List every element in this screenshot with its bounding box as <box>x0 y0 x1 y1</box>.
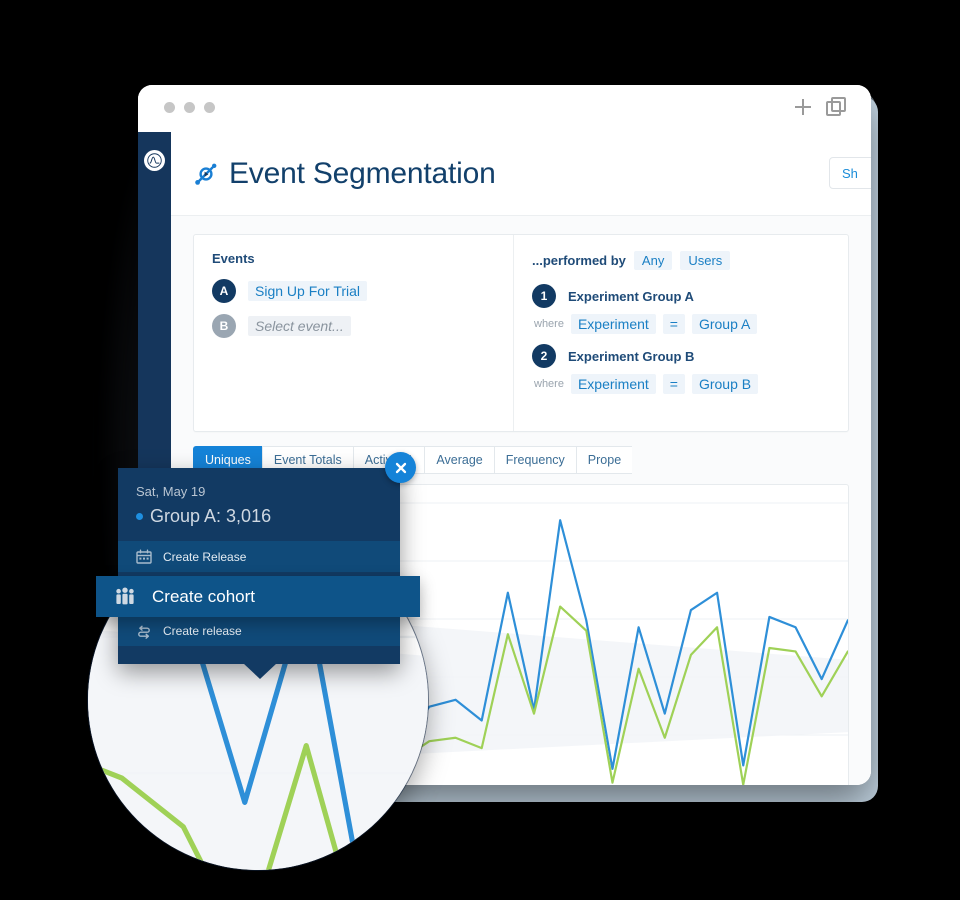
menu-item-create-release-lower[interactable]: Create release <box>118 615 400 646</box>
segment-badge: 2 <box>532 344 556 368</box>
screenshot-stage: Event Segmentation Sh Events A Sign Up F… <box>0 0 960 900</box>
query-builder-card: Events A Sign Up For Trial B Select even… <box>193 234 849 432</box>
segment-name: Experiment Group B <box>568 348 695 364</box>
performed-by-header: ...performed by Any Users <box>532 251 830 270</box>
tab-average[interactable]: Average <box>424 446 494 474</box>
tooltip-header: Sat, May 19 Group A: 3,016 <box>118 468 400 541</box>
event-badge: A <box>212 279 236 303</box>
performed-by-panel: ...performed by Any Users 1 Experiment G… <box>514 235 848 431</box>
minimize-dot[interactable] <box>184 102 195 113</box>
tooltip-series-value: Group A: 3,016 <box>150 506 272 526</box>
filter-operator[interactable]: = <box>662 314 685 334</box>
menu-item-create-release-upper[interactable]: Create Release <box>118 541 400 572</box>
share-button[interactable]: Sh <box>829 157 871 189</box>
menu-item-label: Create release <box>163 623 242 638</box>
segment-row[interactable]: 2 Experiment Group B <box>532 344 830 368</box>
swap-arrows-icon <box>136 623 152 639</box>
page-title: Event Segmentation <box>229 156 496 190</box>
tooltip-footer <box>118 646 400 664</box>
where-label: where <box>534 378 564 390</box>
segment-filter: where Experiment = Group B <box>534 374 830 394</box>
people-icon <box>114 586 136 608</box>
tooltip-pointer <box>243 663 277 679</box>
performed-by-any[interactable]: Any <box>633 251 673 270</box>
copy-icon[interactable] <box>826 97 846 116</box>
performed-by-users[interactable]: Users <box>680 251 731 270</box>
close-dot[interactable] <box>164 102 175 113</box>
close-icon[interactable] <box>385 452 416 483</box>
filter-operator[interactable]: = <box>662 374 685 394</box>
menu-item-create-cohort-highlighted[interactable]: Create cohort <box>96 576 420 617</box>
event-value[interactable]: Sign Up For Trial <box>248 281 368 301</box>
segment-badge: 1 <box>532 284 556 308</box>
segment-filter: where Experiment = Group A <box>534 314 830 334</box>
page-header: Event Segmentation Sh <box>171 132 871 215</box>
filter-property[interactable]: Experiment <box>570 314 656 334</box>
filter-value[interactable]: Group B <box>691 374 759 394</box>
segment-row[interactable]: 1 Experiment Group A <box>532 284 830 308</box>
tab-frequency[interactable]: Frequency <box>493 446 576 474</box>
event-badge: B <box>212 314 236 338</box>
menu-item-label: Create cohort <box>152 586 255 606</box>
titlebar-actions <box>794 97 846 116</box>
events-panel: Events A Sign Up For Trial B Select even… <box>194 235 514 431</box>
filter-value[interactable]: Group A <box>691 314 758 334</box>
tooltip-date: Sat, May 19 <box>136 484 206 499</box>
event-row[interactable]: A Sign Up For Trial <box>212 279 495 303</box>
performed-by-label: ...performed by <box>532 253 626 268</box>
series-color-dot <box>136 513 143 520</box>
filter-property[interactable]: Experiment <box>570 374 656 394</box>
menu-item-label: Create Release <box>163 549 247 564</box>
traffic-lights <box>164 102 215 113</box>
plus-icon[interactable] <box>794 98 812 116</box>
browser-titlebar <box>138 85 871 133</box>
tab-properties[interactable]: Prope <box>575 446 633 474</box>
chart-tooltip: Sat, May 19 Group A: 3,016 Create Releas… <box>118 468 400 679</box>
amplitude-logo[interactable] <box>144 150 165 171</box>
segment-name: Experiment Group A <box>568 288 694 304</box>
event-row[interactable]: B Select event... <box>212 314 495 338</box>
events-label: Events <box>212 251 255 266</box>
calendar-icon <box>136 549 152 565</box>
where-label: where <box>534 318 564 330</box>
event-segmentation-icon <box>193 161 219 187</box>
event-placeholder[interactable]: Select event... <box>248 316 351 336</box>
tooltip-value-row: Group A: 3,016 <box>136 506 382 527</box>
maximize-dot[interactable] <box>204 102 215 113</box>
